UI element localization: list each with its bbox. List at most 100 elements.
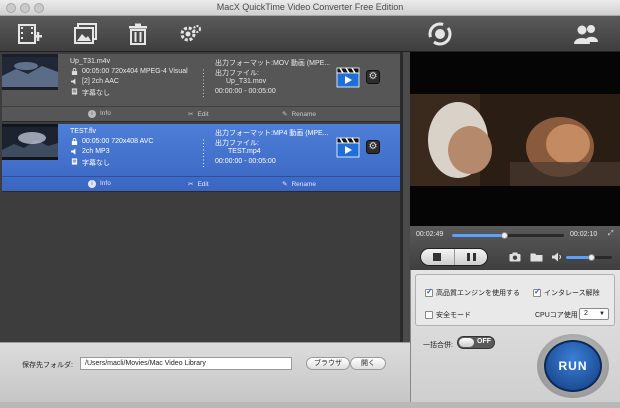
subtitle-info[interactable]: 字幕なし bbox=[82, 88, 110, 98]
deinterlace-option[interactable]: インタレース解除 bbox=[533, 287, 600, 298]
settings-button[interactable] bbox=[176, 20, 204, 48]
volume-icon bbox=[552, 252, 561, 262]
cpu-core-label: CPUコア使用： bbox=[535, 312, 585, 319]
scissors-icon: ✂ bbox=[188, 181, 194, 188]
chevron-down-icon: ▼ bbox=[599, 311, 605, 317]
stop-button[interactable] bbox=[421, 249, 455, 265]
update-button[interactable] bbox=[426, 20, 454, 48]
update-icon bbox=[428, 22, 452, 46]
add-video-icon bbox=[18, 24, 42, 44]
lock-icon bbox=[71, 68, 78, 75]
safe-mode-checkbox[interactable] bbox=[425, 311, 433, 319]
stop-icon bbox=[433, 253, 441, 261]
hq-engine-checkbox[interactable] bbox=[425, 287, 433, 297]
info-icon: i bbox=[88, 110, 96, 118]
cpu-core-select[interactable]: 2 ▼ bbox=[579, 308, 609, 320]
gear-icon: ⚙ bbox=[368, 141, 378, 152]
merge-toggle[interactable]: OFF bbox=[457, 336, 495, 349]
toggle-state: OFF bbox=[477, 338, 491, 345]
run-button[interactable]: RUN bbox=[544, 340, 602, 392]
video-thumbnail[interactable] bbox=[2, 54, 58, 90]
rename-icon: ✎ bbox=[282, 111, 288, 118]
clapperboard-icon bbox=[336, 67, 360, 88]
add-photo-button[interactable] bbox=[72, 20, 100, 48]
browse-button[interactable]: ブラウザ bbox=[306, 357, 350, 370]
pause-icon bbox=[467, 253, 470, 261]
pause-button[interactable] bbox=[455, 249, 489, 265]
output-file-label: 出力ファイル: bbox=[215, 70, 259, 77]
file-item[interactable]: Up_T31.m4v 00:05:00 720x404 MPEG-4 Visua… bbox=[2, 54, 400, 122]
file-item-selected[interactable]: TEST.flv 00:05:00 720x408 AVC 2ch MP3 字幕… bbox=[2, 124, 400, 192]
player-controls: 00:02:49 00:02:10 ⤢ bbox=[410, 226, 620, 270]
rename-icon: ✎ bbox=[282, 181, 288, 188]
hq-engine-option[interactable]: 高品質エンジンを使用する bbox=[425, 287, 520, 298]
subtitle-icon bbox=[71, 158, 78, 165]
total-time: 00:02:10 bbox=[570, 231, 598, 238]
seek-progress bbox=[452, 234, 504, 237]
add-video-button[interactable] bbox=[16, 20, 44, 48]
deinterlace-checkbox[interactable] bbox=[533, 287, 541, 297]
volume-slider[interactable] bbox=[566, 254, 612, 261]
settings-panel: 高品質エンジンを使用する インタレース解除 安全モード CPUコア使用： 2 ▼… bbox=[410, 270, 620, 402]
info-icon: i bbox=[88, 180, 96, 188]
toggle-knob bbox=[459, 338, 474, 347]
target-format-button[interactable] bbox=[336, 66, 362, 88]
subtitle-info[interactable]: 字幕なし bbox=[82, 158, 110, 168]
output-file: Up_T31.mov bbox=[226, 78, 267, 85]
trash-icon bbox=[129, 23, 147, 45]
dropdown-arrow[interactable]: ⋮ bbox=[199, 158, 208, 169]
item-settings-button[interactable]: ⚙ bbox=[366, 140, 380, 154]
seek-handle[interactable] bbox=[500, 232, 508, 239]
dropdown-arrow[interactable]: ⋮ bbox=[199, 88, 208, 99]
target-format-button[interactable] bbox=[336, 136, 362, 158]
camera-icon[interactable] bbox=[509, 252, 521, 262]
scissors-icon: ✂ bbox=[188, 111, 194, 118]
output-format: 出力フォーマット:MP4 動画 (MPE... bbox=[215, 130, 329, 137]
open-folder-button[interactable]: 開く bbox=[350, 357, 386, 370]
window-footer bbox=[0, 402, 620, 408]
rename-button[interactable]: ✎ Rename bbox=[282, 180, 316, 188]
fullscreen-icon[interactable]: ⤢ bbox=[608, 230, 614, 238]
output-path-field[interactable]: /Users/macli/Movies/Mac Video Library bbox=[80, 357, 292, 370]
elapsed-time: 00:02:49 bbox=[416, 231, 444, 238]
info-button[interactable]: i Info bbox=[88, 110, 111, 118]
audio-info: [2] 2ch AAC bbox=[82, 78, 119, 85]
file-list: Up_T31.m4v 00:05:00 720x404 MPEG-4 Visua… bbox=[0, 52, 402, 342]
window-title: MacX QuickTime Video Converter Free Edit… bbox=[216, 2, 404, 12]
rename-button[interactable]: ✎ Rename bbox=[282, 110, 316, 118]
output-bar: 保存先フォルダ: /Users/macli/Movies/Mac Video L… bbox=[0, 342, 410, 402]
output-folder-label: 保存先フォルダ: bbox=[22, 362, 73, 369]
gear-icon bbox=[180, 25, 201, 42]
video-thumbnail[interactable] bbox=[2, 124, 58, 160]
title-bar: MacX QuickTime Video Converter Free Edit… bbox=[0, 0, 620, 16]
speaker-icon bbox=[71, 148, 76, 155]
volume-handle[interactable] bbox=[588, 254, 596, 261]
output-file-label: 出力ファイル: bbox=[215, 140, 259, 147]
playback-buttons bbox=[420, 248, 488, 266]
video-info: 00:05:00 720x408 AVC bbox=[82, 138, 154, 145]
folder-icon[interactable] bbox=[530, 252, 543, 262]
lock-icon bbox=[71, 138, 78, 145]
info-button[interactable]: i Info bbox=[88, 180, 111, 188]
item-settings-button[interactable]: ⚙ bbox=[366, 70, 380, 84]
subtitle-icon bbox=[71, 88, 78, 95]
file-name: TEST.flv bbox=[70, 128, 97, 135]
safe-mode-option[interactable]: 安全モード bbox=[425, 310, 471, 320]
seek-track[interactable] bbox=[452, 232, 564, 239]
delete-button[interactable] bbox=[124, 20, 152, 48]
edit-button[interactable]: ✂ Edit bbox=[188, 180, 209, 188]
trim-range: 00:00:00 - 00:05:00 bbox=[215, 158, 276, 165]
users-icon bbox=[574, 25, 598, 44]
clapperboard-icon bbox=[336, 137, 360, 158]
video-info: 00:05:00 720x404 MPEG-4 Visual bbox=[82, 68, 188, 75]
toolbar bbox=[0, 16, 620, 52]
speaker-icon bbox=[71, 78, 76, 85]
merge-label: 一括合併: bbox=[423, 342, 453, 349]
account-button[interactable] bbox=[572, 20, 600, 48]
item-actions: i Info ✂ Edit ✎ Rename bbox=[2, 106, 400, 121]
audio-info: 2ch MP3 bbox=[82, 148, 110, 155]
item-actions: i Info ✂ Edit ✎ Rename bbox=[2, 176, 400, 191]
preview-frame bbox=[410, 52, 620, 226]
edit-button[interactable]: ✂ Edit bbox=[188, 110, 209, 118]
video-preview bbox=[410, 52, 620, 226]
